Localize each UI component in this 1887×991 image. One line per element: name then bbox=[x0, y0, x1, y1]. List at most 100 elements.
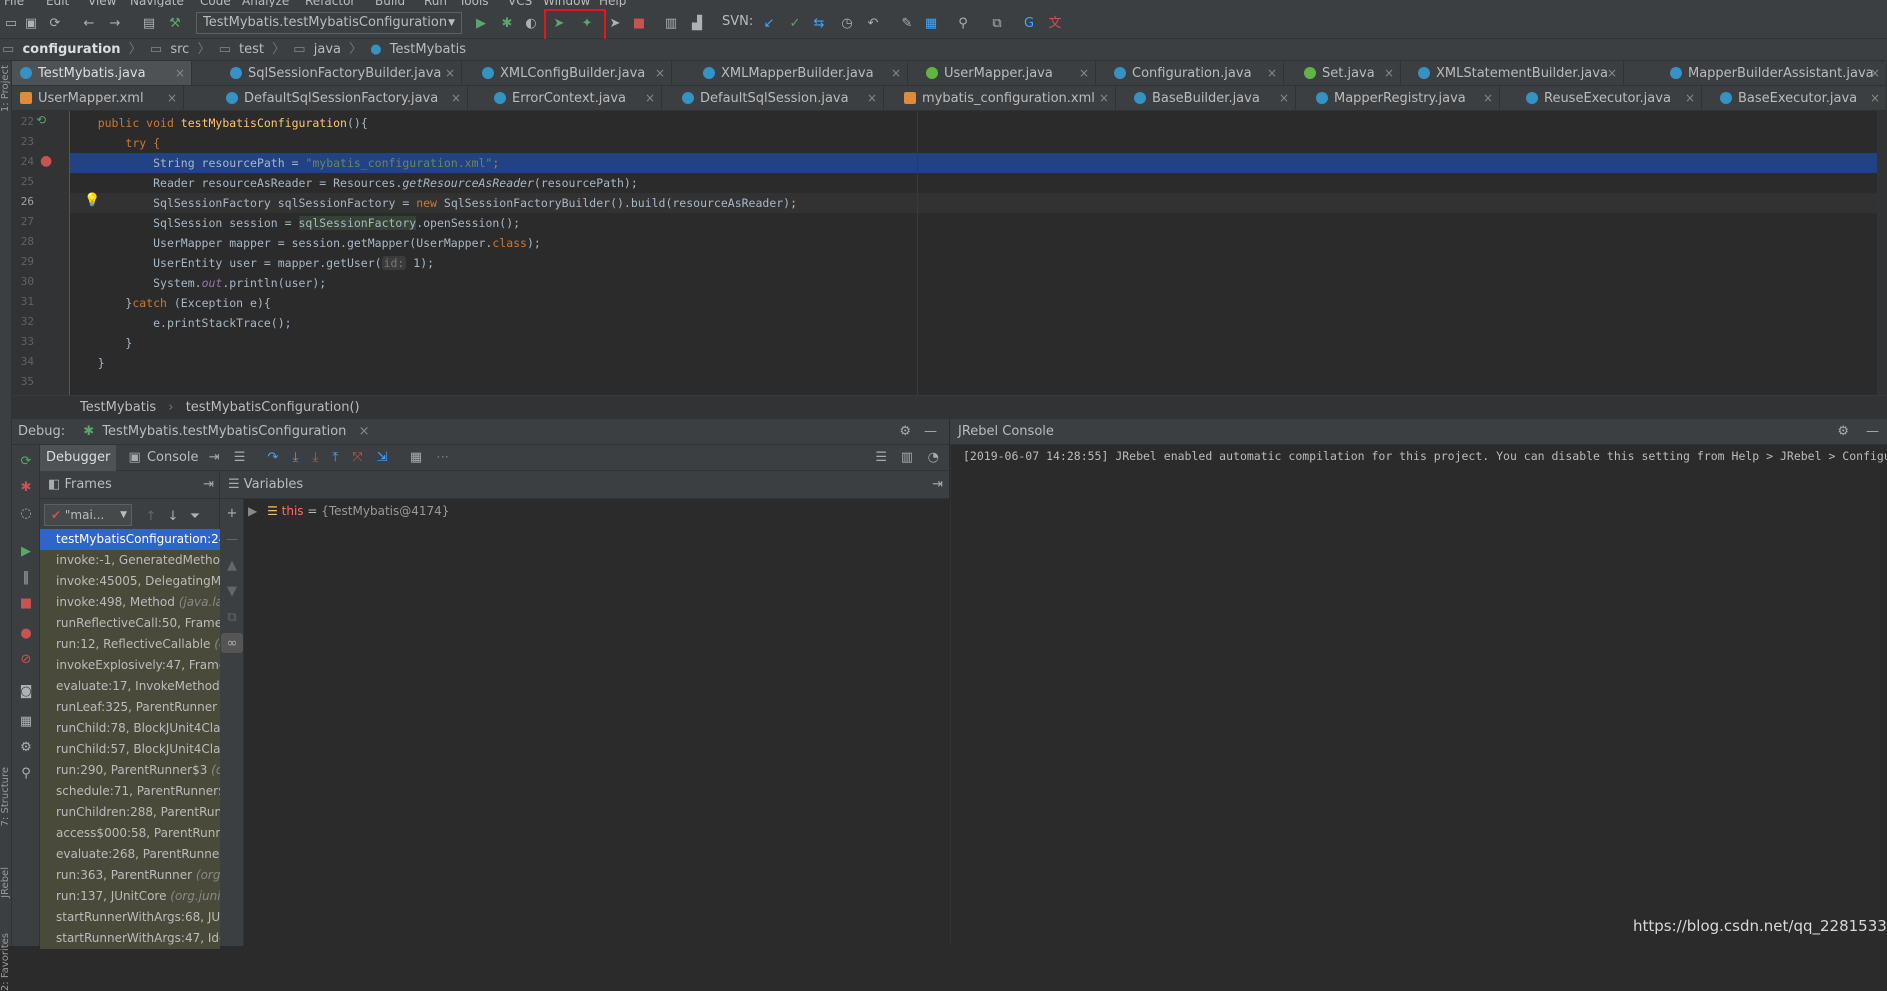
close-icon[interactable]: × bbox=[445, 61, 455, 85]
show-execution-point-icon[interactable]: ☰ bbox=[234, 450, 246, 465]
tab-reuseexecutor[interactable]: ReuseExecutor.java × bbox=[1518, 86, 1702, 110]
rerun-icon[interactable]: ⟳ bbox=[15, 451, 37, 471]
drop-frame-icon[interactable]: ⤧ bbox=[352, 450, 362, 465]
menu-item[interactable]: Code bbox=[200, 0, 231, 7]
tab-console[interactable]: Console bbox=[147, 450, 199, 465]
close-icon[interactable]: × bbox=[1870, 61, 1880, 85]
menu-item[interactable]: Edit bbox=[46, 0, 69, 7]
menu-item[interactable]: Tools bbox=[459, 0, 489, 7]
code-editor[interactable]: 22 23 24 25 26 27 28 29 30 31 32 33 34 3… bbox=[12, 111, 1887, 395]
run-to-cursor-icon[interactable]: ⇲ bbox=[377, 450, 388, 465]
frame-item[interactable]: invoke:45005, DelegatingMethodAccessorIm… bbox=[40, 571, 220, 592]
next-frame-icon[interactable]: ↓ bbox=[162, 506, 184, 526]
breadcrumb-class[interactable]: TestMybatis bbox=[390, 42, 466, 57]
debug-bug-icon[interactable]: ✱ bbox=[496, 13, 518, 33]
breadcrumb-project[interactable]: configuration bbox=[22, 42, 120, 57]
expand-arrow-icon[interactable]: ▶ bbox=[248, 504, 257, 518]
pin-tab-icon[interactable]: ⇥ bbox=[209, 450, 220, 465]
breakpoint-icon[interactable]: ● bbox=[40, 153, 52, 169]
menu-item[interactable]: View bbox=[88, 0, 116, 7]
minimize-icon[interactable]: — bbox=[1866, 419, 1879, 445]
menu-item[interactable]: Run bbox=[424, 0, 447, 7]
svn-compare-icon[interactable]: ⇆ bbox=[808, 13, 830, 33]
show-watches-glasses-icon[interactable]: ∞ bbox=[221, 633, 243, 653]
evaluate-expression-icon[interactable]: ▦ bbox=[410, 450, 422, 465]
project-structure-folder-icon[interactable]: ▦ bbox=[920, 13, 942, 33]
frame-item[interactable]: schedule:71, ParentRunner$1 bbox=[40, 781, 220, 802]
memory-icon[interactable]: ◔ bbox=[928, 445, 939, 471]
tab-baseexecutor[interactable]: BaseExecutor.java × bbox=[1712, 86, 1887, 110]
view-breakpoints-icon[interactable]: ● bbox=[15, 623, 37, 643]
tab-usermapper[interactable]: UserMapper.java × bbox=[918, 61, 1096, 85]
translate-word-icon[interactable]: 文 bbox=[1044, 13, 1066, 33]
close-icon[interactable]: × bbox=[1099, 86, 1109, 110]
close-icon[interactable]: × bbox=[1870, 86, 1880, 110]
stop-icon[interactable]: ■ bbox=[15, 593, 37, 613]
menu-item[interactable]: Analyze bbox=[242, 0, 289, 7]
close-icon[interactable]: × bbox=[175, 61, 185, 85]
search-icon[interactable]: ⚲ bbox=[952, 13, 974, 33]
frame-item[interactable]: runChild:78, BlockJUnit4ClassRunner bbox=[40, 718, 220, 739]
pause-icon[interactable]: ▥ bbox=[660, 13, 682, 33]
svn-revert-icon[interactable]: ↶ bbox=[862, 13, 884, 33]
close-icon[interactable]: × bbox=[645, 86, 655, 110]
close-icon[interactable]: × bbox=[451, 86, 461, 110]
menu-item[interactable]: Navigate bbox=[130, 0, 184, 7]
move-down-icon[interactable]: ▼ bbox=[221, 581, 243, 601]
translate-g-icon[interactable]: G bbox=[1018, 13, 1040, 33]
tab-configuration[interactable]: Configuration.java × bbox=[1106, 61, 1284, 85]
breadcrumb-test[interactable]: test bbox=[239, 42, 264, 57]
gear-icon[interactable]: ⚙ bbox=[1837, 419, 1849, 445]
settings-icon[interactable]: ⚙ bbox=[15, 737, 37, 757]
debug-session-tab[interactable]: TestMybatis.testMybatisConfiguration bbox=[102, 424, 346, 439]
frame-item[interactable]: invoke:-1, GeneratedMethodAccessor bbox=[40, 550, 220, 571]
back-arrow-icon[interactable]: ← bbox=[78, 13, 100, 33]
tab-basebuilder[interactable]: BaseBuilder.java × bbox=[1126, 86, 1296, 110]
remove-watch-icon[interactable]: — bbox=[221, 529, 243, 549]
restore-layout-icon[interactable]: ⇥ bbox=[932, 471, 943, 499]
frame-item[interactable]: invokeExplosively:47, FrameworkMethod bbox=[40, 655, 220, 676]
list-icon[interactable]: ☰ bbox=[875, 445, 887, 471]
save-all-icon[interactable]: ▣ bbox=[20, 13, 42, 33]
frame-item[interactable]: access$000:58, ParentRunner bbox=[40, 823, 220, 844]
menu-item[interactable]: Refactor bbox=[305, 0, 355, 7]
close-icon[interactable]: × bbox=[1685, 86, 1695, 110]
tab-xmlconfigbuilder[interactable]: XMLConfigBuilder.java × bbox=[474, 61, 672, 85]
close-icon[interactable]: × bbox=[359, 424, 370, 439]
build-hammer-icon[interactable]: ⚒ bbox=[164, 13, 186, 33]
previous-frame-icon[interactable]: ↑ bbox=[140, 506, 162, 526]
close-icon[interactable]: × bbox=[891, 61, 901, 85]
svn-commit-icon[interactable]: ✓ bbox=[784, 13, 806, 33]
camera-icon[interactable]: ◙ bbox=[15, 681, 37, 701]
tab-mybatis-configuration-xml[interactable]: mybatis_configuration.xml × bbox=[896, 86, 1116, 110]
variable-row-this[interactable]: ▶ ☰ this = {TestMybatis@4174} bbox=[248, 501, 449, 521]
frame-item[interactable]: testMybatisConfiguration:24 bbox=[40, 529, 220, 550]
coverage-icon[interactable]: ◐ bbox=[520, 13, 542, 33]
frame-item[interactable]: runChild:57, BlockJUnit4ClassRunner bbox=[40, 739, 220, 760]
frame-item[interactable]: evaluate:268, ParentRunner$2 bbox=[40, 844, 220, 865]
thread-select[interactable]: ✔ "mai... ▼ bbox=[44, 504, 132, 526]
close-icon[interactable]: × bbox=[1267, 61, 1277, 85]
close-icon[interactable]: × bbox=[655, 61, 665, 85]
jrebel-tool-tab[interactable]: JRebel bbox=[0, 867, 12, 898]
gear-icon[interactable]: ⚙ bbox=[899, 419, 911, 445]
settings-wrench-icon[interactable]: ✎ bbox=[896, 13, 918, 33]
tab-testmybatis[interactable]: TestMybatis.java × bbox=[12, 61, 192, 85]
force-step-into-icon[interactable]: ⤓ bbox=[312, 450, 318, 465]
forward-arrow-icon[interactable]: → bbox=[104, 13, 126, 33]
close-icon[interactable]: × bbox=[1607, 61, 1617, 85]
lightbulb-icon[interactable]: 💡 bbox=[84, 193, 100, 208]
frame-item[interactable]: startRunnerWithArgs:68, JUnit4IdeaTestRu… bbox=[40, 907, 220, 928]
menu-item[interactable]: Window bbox=[543, 0, 590, 7]
frame-item[interactable]: runChildren:288, ParentRunner bbox=[40, 802, 220, 823]
frame-item[interactable]: evaluate:17, InvokeMethod bbox=[40, 676, 220, 697]
tab-sqlsessionfactorybuilder[interactable]: SqlSessionFactoryBuilder.java × bbox=[222, 61, 462, 85]
close-icon[interactable]: × bbox=[1483, 86, 1493, 110]
pin-icon[interactable]: ⚲ bbox=[15, 763, 37, 783]
tab-defaultsqlsessionfactory[interactable]: DefaultSqlSessionFactory.java × bbox=[218, 86, 468, 110]
structure-tool-tab[interactable]: 7: Structure bbox=[0, 767, 12, 826]
menu-item[interactable]: Help bbox=[599, 0, 626, 7]
frame-item[interactable]: run:137, JUnitCore (org.junit) bbox=[40, 886, 220, 907]
menu-item[interactable]: Build bbox=[375, 0, 405, 7]
tab-set[interactable]: Set.java × bbox=[1296, 61, 1401, 85]
